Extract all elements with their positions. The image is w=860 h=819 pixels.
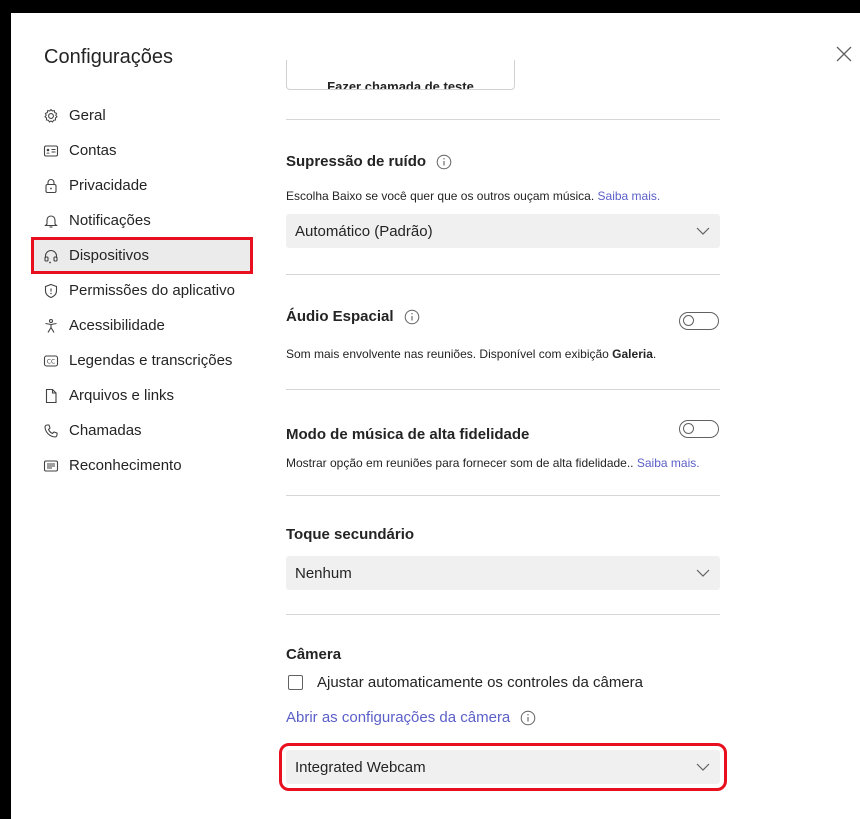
hifi-music-title: Modo de música de alta fidelidade <box>286 426 530 443</box>
account-card-icon <box>43 143 59 159</box>
close-icon[interactable] <box>834 44 854 64</box>
sidebar-item-contas[interactable]: Contas <box>32 133 252 168</box>
noise-suppression-value: Automático (Padrão) <box>295 222 433 240</box>
spatial-desc-bold: Galeria <box>612 347 653 361</box>
noise-suppression-desc: Escolha Baixo se você quer que os outros… <box>286 189 660 203</box>
sidebar-item-dispositivos[interactable]: Dispositivos <box>31 237 253 274</box>
spatial-desc-end: . <box>652 347 657 361</box>
sidebar-item-label: Arquivos e links <box>69 387 175 404</box>
divider <box>286 495 720 496</box>
sidebar-item-privacidade[interactable]: Privacidade <box>32 168 252 203</box>
secondary-ring-section: Toque secundário <box>286 526 414 543</box>
sidebar-item-label: Reconhecimento <box>69 457 182 474</box>
divider <box>286 274 720 275</box>
hifi-music-desc: Mostrar opção em reuniões para fornecer … <box>286 456 700 470</box>
divider <box>286 119 720 120</box>
sidebar-item-acessibilidade[interactable]: Acessibilidade <box>32 308 252 343</box>
window-frame-top <box>0 0 860 13</box>
sidebar-item-label: Geral <box>69 107 106 124</box>
sidebar-item-reconhecimento[interactable]: Reconhecimento <box>32 448 252 483</box>
headset-icon <box>43 248 59 264</box>
toggle-knob <box>683 315 694 326</box>
spatial-audio-toggle[interactable] <box>679 312 719 330</box>
noise-suppression-title: Supressão de ruído <box>286 153 427 170</box>
window-frame-left <box>0 0 11 819</box>
divider <box>286 614 720 615</box>
sidebar-item-label: Privacidade <box>69 177 148 194</box>
file-icon <box>43 388 59 404</box>
sidebar-item-label: Legendas e transcrições <box>69 352 233 369</box>
sidebar-item-geral[interactable]: Geral <box>32 98 252 133</box>
hifi-music-toggle[interactable] <box>679 420 719 438</box>
secondary-ring-title: Toque secundário <box>286 526 415 543</box>
bell-icon <box>43 213 59 229</box>
sidebar-item-label: Notificações <box>69 212 151 229</box>
toggle-knob <box>683 423 694 434</box>
spatial-audio-desc: Som mais envolvente nas reuniões. Dispon… <box>286 347 656 361</box>
accessibility-icon <box>43 318 59 334</box>
sidebar-item-label: Acessibilidade <box>69 317 165 334</box>
test-call-label: Fazer chamada de teste <box>327 79 474 90</box>
sidebar-item-notificacoes[interactable]: Notificações <box>32 203 252 238</box>
chevron-down-icon <box>696 763 710 771</box>
learn-more-link[interactable]: Saiba mais. <box>598 189 661 203</box>
camera-section: Câmera <box>286 646 341 663</box>
info-icon[interactable] <box>436 154 452 170</box>
auto-camera-controls-label: Ajustar automaticamente os controles da … <box>317 674 643 691</box>
shield-icon <box>43 283 59 299</box>
noise-suppression-section: Supressão de ruído <box>286 153 452 170</box>
svg-text:CC: CC <box>47 358 55 365</box>
sidebar-item-permissoes[interactable]: Permissões do aplicativo <box>32 273 252 308</box>
phone-icon <box>43 423 59 439</box>
spatial-audio-title: Áudio Espacial <box>286 308 394 325</box>
recognition-icon <box>43 458 59 474</box>
sidebar-item-label: Chamadas <box>69 422 142 439</box>
camera-device-value: Integrated Webcam <box>295 758 426 776</box>
chevron-down-icon <box>696 569 710 577</box>
info-icon[interactable] <box>520 710 536 726</box>
info-icon[interactable] <box>404 309 420 325</box>
auto-camera-controls-checkbox[interactable] <box>288 675 303 690</box>
divider <box>286 389 720 390</box>
page-title: Configurações <box>44 46 173 68</box>
test-call-button[interactable]: Fazer chamada de teste <box>286 60 515 90</box>
sidebar-item-label: Contas <box>69 142 117 159</box>
sidebar-item-label: Dispositivos <box>69 247 150 264</box>
noise-suppression-select[interactable]: Automático (Padrão) <box>286 214 720 248</box>
gear-icon <box>43 108 59 124</box>
sidebar-item-arquivos[interactable]: Arquivos e links <box>32 378 252 413</box>
sidebar-item-label: Permissões do aplicativo <box>69 282 235 299</box>
secondary-ring-value: Nenhum <box>295 564 352 582</box>
lock-icon <box>43 178 59 194</box>
hifi-desc-text: Mostrar opção em reuniões para fornecer … <box>286 456 634 470</box>
noise-desc-text: Escolha Baixo se você quer que os outros… <box>286 189 595 203</box>
secondary-ring-select[interactable]: Nenhum <box>286 556 720 590</box>
camera-device-select[interactable]: Integrated Webcam <box>279 743 727 791</box>
learn-more-link[interactable]: Saiba mais. <box>637 456 700 470</box>
spatial-desc-text: Som mais envolvente nas reuniões. Dispon… <box>286 347 609 361</box>
sidebar-item-legendas[interactable]: CC Legendas e transcrições <box>32 343 252 378</box>
sidebar: Geral Contas Privacidade Notificações Di… <box>31 98 253 483</box>
camera-settings-link[interactable]: Abrir as configurações da câmera <box>286 709 510 726</box>
spatial-audio-section: Áudio Espacial <box>286 308 420 325</box>
sidebar-item-chamadas[interactable]: Chamadas <box>32 413 252 448</box>
hifi-music-section: Modo de música de alta fidelidade <box>286 426 529 443</box>
cc-icon: CC <box>43 353 59 369</box>
camera-settings-row: Abrir as configurações da câmera <box>286 709 536 726</box>
chevron-down-icon <box>696 227 710 235</box>
camera-title: Câmera <box>286 646 342 663</box>
